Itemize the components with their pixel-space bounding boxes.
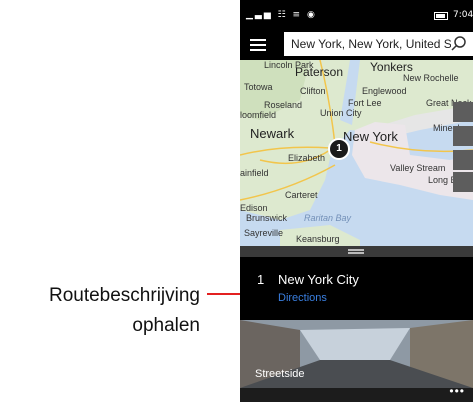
status-icons: ▁▃▅ ☷ ≡ ◉ xyxy=(246,10,317,20)
battery-icon xyxy=(434,12,448,20)
bottom-app-bar: ••• xyxy=(240,384,473,402)
map-label: Sayreville xyxy=(244,228,284,238)
result-number: 1 xyxy=(257,272,265,287)
result-title: New York City xyxy=(278,272,359,287)
app-bar: New York, New York, United St xyxy=(240,30,473,60)
map-pin[interactable]: 1 xyxy=(328,138,350,160)
callout-label: Routebeschrijving ophalen xyxy=(0,281,200,341)
map-location-icon[interactable] xyxy=(453,126,473,146)
map-label: Yonkers xyxy=(370,60,413,74)
map-label: Clifton xyxy=(300,86,326,96)
map-label: ainfield xyxy=(240,168,269,178)
map-label: Roseland xyxy=(264,100,303,110)
status-time: 7:04 xyxy=(453,10,473,20)
map-label: Fort Lee xyxy=(348,98,382,108)
map-layers-icon[interactable] xyxy=(453,172,473,192)
phone-screen: ▁▃▅ ☷ ≡ ◉ 7:04 New York, New York, Unite… xyxy=(240,0,473,402)
panel-handle[interactable] xyxy=(240,246,473,257)
hamburger-menu-icon[interactable] xyxy=(250,39,266,51)
map-label: New Rochelle xyxy=(403,73,459,83)
callout-line-1: Routebeschrijving xyxy=(48,285,200,306)
callout-line-2: ophalen xyxy=(132,315,200,336)
map-zoom-icon[interactable] xyxy=(453,150,473,170)
status-bar: ▁▃▅ ☷ ≡ ◉ 7:04 xyxy=(240,0,473,30)
map-label: Totowa xyxy=(244,82,273,92)
map-label: Union City xyxy=(320,108,362,118)
map-label: Keansburg xyxy=(296,234,340,244)
map-label: Carteret xyxy=(285,190,318,200)
result-item[interactable]: 1 New York City Directions xyxy=(240,257,473,320)
search-icon[interactable] xyxy=(450,35,468,53)
map-label: Englewood xyxy=(362,86,407,96)
map-label: loomfield xyxy=(240,110,277,120)
map-label: Paterson xyxy=(295,65,344,79)
map-traffic-icon[interactable] xyxy=(453,102,473,122)
more-options-icon[interactable]: ••• xyxy=(449,384,465,398)
map-label: Newark xyxy=(250,126,295,141)
search-input[interactable]: New York, New York, United St xyxy=(291,37,451,51)
map-label: Raritan Bay xyxy=(304,213,352,223)
streetside-label: Streetside xyxy=(255,368,305,380)
search-box[interactable]: New York, New York, United St xyxy=(284,32,473,56)
streetside-preview[interactable]: Streetside xyxy=(240,320,473,388)
map-label: Edison xyxy=(240,203,268,213)
map-view[interactable]: Lincoln Park Paterson Yonkers Totowa Cli… xyxy=(240,60,473,246)
directions-link[interactable]: Directions xyxy=(278,292,327,304)
grip-icon xyxy=(348,249,364,251)
map-label: Valley Stream xyxy=(390,163,446,173)
map-label: Brunswick xyxy=(246,213,288,223)
map-label: Elizabeth xyxy=(288,153,326,163)
map-label: New York xyxy=(343,129,398,144)
